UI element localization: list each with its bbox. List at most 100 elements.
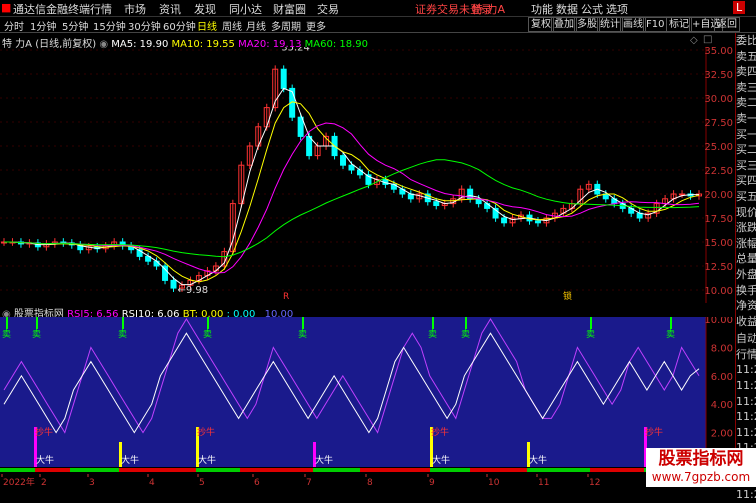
candle-body	[534, 220, 541, 224]
candle-body	[170, 279, 177, 289]
y-tick-label: 17.50	[704, 214, 733, 225]
mid-signal-label: 抄牛	[197, 426, 215, 438]
sell-signal-label: 卖	[32, 329, 41, 340]
menu-item-caifuquan[interactable]: 财富圈	[273, 1, 306, 17]
y-tick-label: 27.50	[704, 118, 733, 129]
indicator-y-tick: 8.00	[711, 343, 733, 354]
app-logo-icon: ■	[1, 1, 12, 14]
watermark-title: 股票指标网	[658, 449, 744, 469]
y-tick-label: 12.50	[704, 262, 733, 273]
x-tick-label: 7	[306, 478, 312, 487]
sell-signal-bar	[465, 317, 467, 329]
quote-label: 卖四	[736, 65, 756, 79]
trend-strip-segment	[70, 468, 119, 472]
logo-badge: L	[733, 1, 746, 14]
indicator-y-tick: 2.00	[711, 429, 733, 440]
trend-strip-segment	[470, 468, 527, 472]
tick-time: 11:26	[736, 425, 756, 439]
tick-time: 行情	[736, 347, 756, 361]
trend-strip-segment	[527, 468, 590, 472]
sell-signal-bar	[122, 317, 124, 329]
menu-item-xuanxiang[interactable]: 选项	[606, 1, 628, 17]
buy-signal-label: 大牛	[198, 454, 216, 466]
mid-signal-label: 抄牛	[431, 426, 449, 438]
menu-item-gongshi[interactable]: 公式	[581, 1, 603, 17]
tab-more[interactable]: 更多	[306, 18, 326, 33]
quote-label: 买四	[736, 174, 756, 188]
watermark: 股票指标网 www.7gpzb.com	[646, 448, 756, 487]
candle-body	[280, 68, 287, 89]
menu-item-faxian[interactable]: 发现	[194, 1, 216, 17]
low-price-label: ←9.98	[178, 285, 209, 296]
indicator-y-tick: 4.00	[711, 400, 733, 411]
indicator-y-tick: 6.00	[711, 372, 733, 383]
candle-body	[340, 155, 347, 166]
menu-item-shichang[interactable]: 市场	[124, 1, 146, 17]
buy-signal-label: 大牛	[36, 454, 54, 466]
mid-signal-label: 抄牛	[35, 426, 53, 438]
sell-signal-label: 卖	[2, 329, 11, 340]
x-tick-label: 5	[199, 478, 205, 487]
menu-item-hangqing[interactable]: 行情	[90, 1, 112, 17]
sell-signal-label: 卖	[666, 329, 675, 340]
buy-signal-label: 大牛	[315, 454, 333, 466]
price-chart[interactable]: 35.00 32.50 30.00 27.50 25.00 22.50 20.00 17.50…	[0, 47, 735, 303]
x-tick-label: 10	[488, 478, 500, 487]
tick-time: 11:26	[736, 488, 756, 502]
high-price-label: 35.24	[281, 47, 310, 54]
candle-body	[679, 193, 686, 196]
menu-item-tongxiaoda[interactable]: 同小达	[229, 1, 262, 17]
tab-1min[interactable]: 1分钟	[30, 18, 56, 33]
trend-strip-segment	[240, 468, 313, 472]
sell-signal-label: 卖	[203, 329, 212, 340]
trend-strip-segment	[119, 468, 196, 472]
quote-label: 换手	[736, 283, 756, 297]
chart-settings-icon[interactable]: ◇	[690, 35, 698, 46]
menu-item-jiaoyi[interactable]: 交易	[317, 1, 339, 17]
menu-item-gongneng[interactable]: 功能	[531, 1, 553, 17]
trend-strip-segment	[35, 468, 70, 472]
tab-daily[interactable]: 日线	[197, 18, 217, 33]
quote-label: 卖一	[736, 111, 756, 125]
sell-signal-bar	[670, 317, 672, 329]
x-tick-label: 6	[254, 478, 260, 487]
menu-item-shuju[interactable]: 数据	[556, 1, 578, 17]
y-tick-label: 15.00	[704, 238, 733, 249]
indicator-chart[interactable]: 10.00 8.00 6.00 4.00 2.00 卖 卖 卖 卖 卖 卖 卖 卖 卖大牛 抄牛大牛 大牛 抄牛…	[0, 317, 735, 475]
x-tick-label: 11	[538, 478, 549, 487]
sell-signal-bar	[6, 317, 8, 329]
trend-strip-segment	[590, 468, 644, 472]
menu-item-zixun[interactable]: 资讯	[159, 1, 181, 17]
y-tick-label: 10.00	[704, 286, 733, 297]
candle-body	[306, 135, 313, 157]
mid-signal-label: 抄牛	[645, 426, 663, 438]
tab-60min[interactable]: 60分钟	[163, 18, 196, 33]
tab-weekly[interactable]: 周线	[222, 18, 242, 33]
tick-time: 11:26	[736, 363, 756, 377]
quote-label: 买二	[736, 143, 756, 157]
quote-panel: 委比 卖五 卖四 卖三 卖二 卖一 买一 买二 买三 买四 买五 现价 涨跌 涨幅 总量 外盘 换手 净资 收益 自…	[735, 33, 756, 501]
tab-multi[interactable]: 多周期	[271, 18, 301, 33]
tick-time: 11:26	[736, 410, 756, 424]
quote-label: 收益	[736, 314, 756, 328]
x-tick-label: 2	[41, 478, 47, 487]
quote-label: 涨跌	[736, 221, 756, 235]
tab-15min[interactable]: 15分钟	[93, 18, 126, 33]
x-tick-label: 9	[429, 478, 435, 487]
trend-strip-segment	[360, 468, 430, 472]
y-tick-label: 32.50	[704, 70, 733, 81]
candle-body	[153, 260, 160, 267]
tab-fenshi[interactable]: 分时	[4, 18, 24, 33]
tab-monthly[interactable]: 月线	[246, 18, 266, 33]
tab-30min[interactable]: 30分钟	[128, 18, 161, 33]
quote-label: 买五	[736, 189, 756, 203]
tab-5min[interactable]: 5分钟	[62, 18, 88, 33]
y-tick-label: 25.00	[704, 142, 733, 153]
chart-close-icon[interactable]: □	[703, 34, 712, 45]
sell-signal-label: 卖	[298, 329, 307, 340]
back-button[interactable]: 返回	[714, 17, 740, 32]
watermark-url: www.7gpzb.com	[651, 470, 751, 484]
f10-button[interactable]: F10	[643, 17, 668, 32]
quote-label: 卖五	[736, 49, 756, 63]
y-tick-label: 35.00	[704, 47, 733, 57]
